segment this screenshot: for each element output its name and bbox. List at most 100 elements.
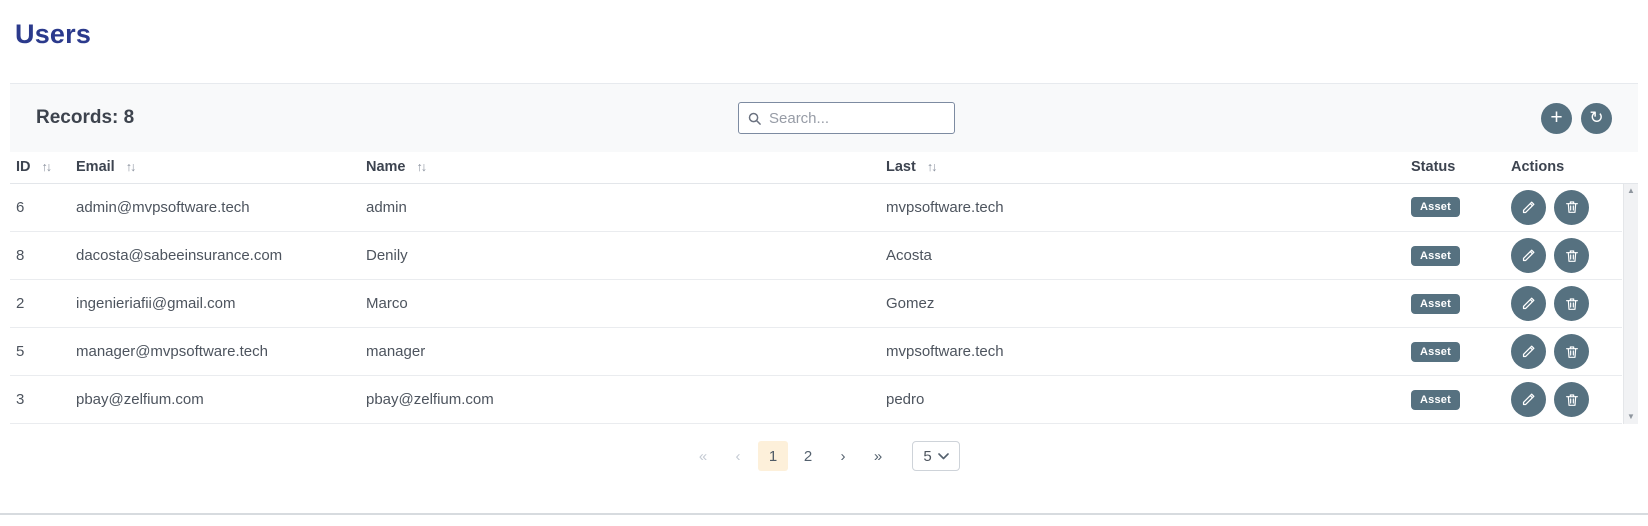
table-row: 8 dacosta@sabeeinsurance.com Denily Acos… <box>10 232 1622 280</box>
column-header-status: Status <box>1405 152 1505 183</box>
cell-email: admin@mvpsoftware.tech <box>70 184 360 232</box>
cell-email: dacosta@sabeeinsurance.com <box>70 232 360 280</box>
pencil-icon <box>1520 343 1537 360</box>
refresh-button[interactable]: ↻ <box>1581 103 1612 134</box>
refresh-icon: ↻ <box>1589 108 1603 128</box>
toolbar-actions: + ↻ <box>1541 103 1612 134</box>
search-box <box>738 102 955 134</box>
edit-button[interactable] <box>1511 286 1546 321</box>
trash-icon <box>1564 296 1580 312</box>
status-badge: Asset <box>1411 294 1460 314</box>
column-header-id[interactable]: ID ↑↓ <box>10 152 70 183</box>
cell-actions <box>1505 328 1622 376</box>
column-header-actions: Actions <box>1505 152 1638 183</box>
trash-icon <box>1564 199 1580 215</box>
pencil-icon <box>1520 199 1537 216</box>
cell-email: ingenieriafii@gmail.com <box>70 280 360 328</box>
delete-button[interactable] <box>1554 190 1589 225</box>
cell-id: 8 <box>10 232 70 280</box>
status-badge: Asset <box>1411 246 1460 266</box>
column-header-last[interactable]: Last ↑↓ <box>880 152 1405 183</box>
table-row: 6 admin@mvpsoftware.tech admin mvpsoftwa… <box>10 184 1622 232</box>
table-header: ID ↑↓ Email ↑↓ Name ↑↓ Last ↑↓ Status <box>10 152 1638 184</box>
trash-icon <box>1564 248 1580 264</box>
edit-button[interactable] <box>1511 190 1546 225</box>
trash-icon <box>1564 392 1580 408</box>
search-icon <box>747 111 762 126</box>
users-card: Records: 8 + ↻ ID <box>10 83 1638 515</box>
prev-page-button[interactable]: ‹ <box>723 441 753 471</box>
scroll-down-icon[interactable]: ▼ <box>1624 410 1638 424</box>
sort-icon: ↑↓ <box>417 160 426 174</box>
sort-icon: ↑↓ <box>42 160 51 174</box>
last-page-button[interactable]: » <box>863 441 893 471</box>
sort-icon: ↑↓ <box>927 160 936 174</box>
table-row: 2 ingenieriafii@gmail.com Marco Gomez As… <box>10 280 1622 328</box>
cell-name: Marco <box>360 280 880 328</box>
table-toolbar: Records: 8 + ↻ <box>10 83 1638 152</box>
cell-name: admin <box>360 184 880 232</box>
cell-email: pbay@zelfium.com <box>70 376 360 424</box>
paginator-zone: « ‹ 1 2 › » 5 <box>10 424 1638 515</box>
sort-icon: ↑↓ <box>126 160 135 174</box>
status-badge: Asset <box>1411 342 1460 362</box>
cell-last: mvpsoftware.tech <box>880 328 1405 376</box>
next-page-button[interactable]: › <box>828 441 858 471</box>
cell-id: 5 <box>10 328 70 376</box>
cell-name: pbay@zelfium.com <box>360 376 880 424</box>
cell-actions <box>1505 232 1622 280</box>
plus-icon: + <box>1550 107 1562 128</box>
cell-name: manager <box>360 328 880 376</box>
pencil-icon <box>1520 295 1537 312</box>
cell-last: mvpsoftware.tech <box>880 184 1405 232</box>
status-badge: Asset <box>1411 197 1460 217</box>
cell-id: 3 <box>10 376 70 424</box>
cell-last: Gomez <box>880 280 1405 328</box>
cell-status: Asset <box>1405 184 1505 232</box>
scroll-up-icon[interactable]: ▲ <box>1624 184 1638 198</box>
cell-actions <box>1505 280 1622 328</box>
pencil-icon <box>1520 247 1537 264</box>
delete-button[interactable] <box>1554 382 1589 417</box>
cell-actions <box>1505 376 1622 424</box>
page-button-1[interactable]: 1 <box>758 441 788 471</box>
cell-status: Asset <box>1405 280 1505 328</box>
edit-button[interactable] <box>1511 238 1546 273</box>
table-row: 5 manager@mvpsoftware.tech manager mvpso… <box>10 328 1622 376</box>
pencil-icon <box>1520 391 1537 408</box>
bottom-divider <box>0 513 1648 515</box>
chevron-down-icon <box>938 453 949 460</box>
table-body-zone: 6 admin@mvpsoftware.tech admin mvpsoftwa… <box>10 184 1638 425</box>
delete-button[interactable] <box>1554 238 1589 273</box>
trash-icon <box>1564 344 1580 360</box>
delete-button[interactable] <box>1554 334 1589 369</box>
cell-last: Acosta <box>880 232 1405 280</box>
records-count: Records: 8 <box>36 107 134 129</box>
page-size-select[interactable]: 5 <box>912 441 960 471</box>
column-header-email[interactable]: Email ↑↓ <box>70 152 360 183</box>
edit-button[interactable] <box>1511 334 1546 369</box>
cell-status: Asset <box>1405 376 1505 424</box>
page-size-value: 5 <box>923 448 931 465</box>
table-row: 3 pbay@zelfium.com pbay@zelfium.com pedr… <box>10 376 1622 424</box>
paginator: « ‹ 1 2 › » 5 <box>688 441 960 471</box>
table-scrollbar[interactable]: ▲ ▼ <box>1623 184 1638 425</box>
status-badge: Asset <box>1411 390 1460 410</box>
cell-email: manager@mvpsoftware.tech <box>70 328 360 376</box>
delete-button[interactable] <box>1554 286 1589 321</box>
cell-name: Denily <box>360 232 880 280</box>
cell-status: Asset <box>1405 232 1505 280</box>
cell-id: 6 <box>10 184 70 232</box>
column-header-name[interactable]: Name ↑↓ <box>360 152 880 183</box>
page-button-2[interactable]: 2 <box>793 441 823 471</box>
first-page-button[interactable]: « <box>688 441 718 471</box>
add-record-button[interactable]: + <box>1541 103 1572 134</box>
cell-actions <box>1505 184 1622 232</box>
page-header: Users <box>0 0 1648 83</box>
table-body: 6 admin@mvpsoftware.tech admin mvpsoftwa… <box>10 184 1622 424</box>
edit-button[interactable] <box>1511 382 1546 417</box>
cell-last: pedro <box>880 376 1405 424</box>
cell-status: Asset <box>1405 328 1505 376</box>
cell-id: 2 <box>10 280 70 328</box>
search-input[interactable] <box>769 110 968 127</box>
